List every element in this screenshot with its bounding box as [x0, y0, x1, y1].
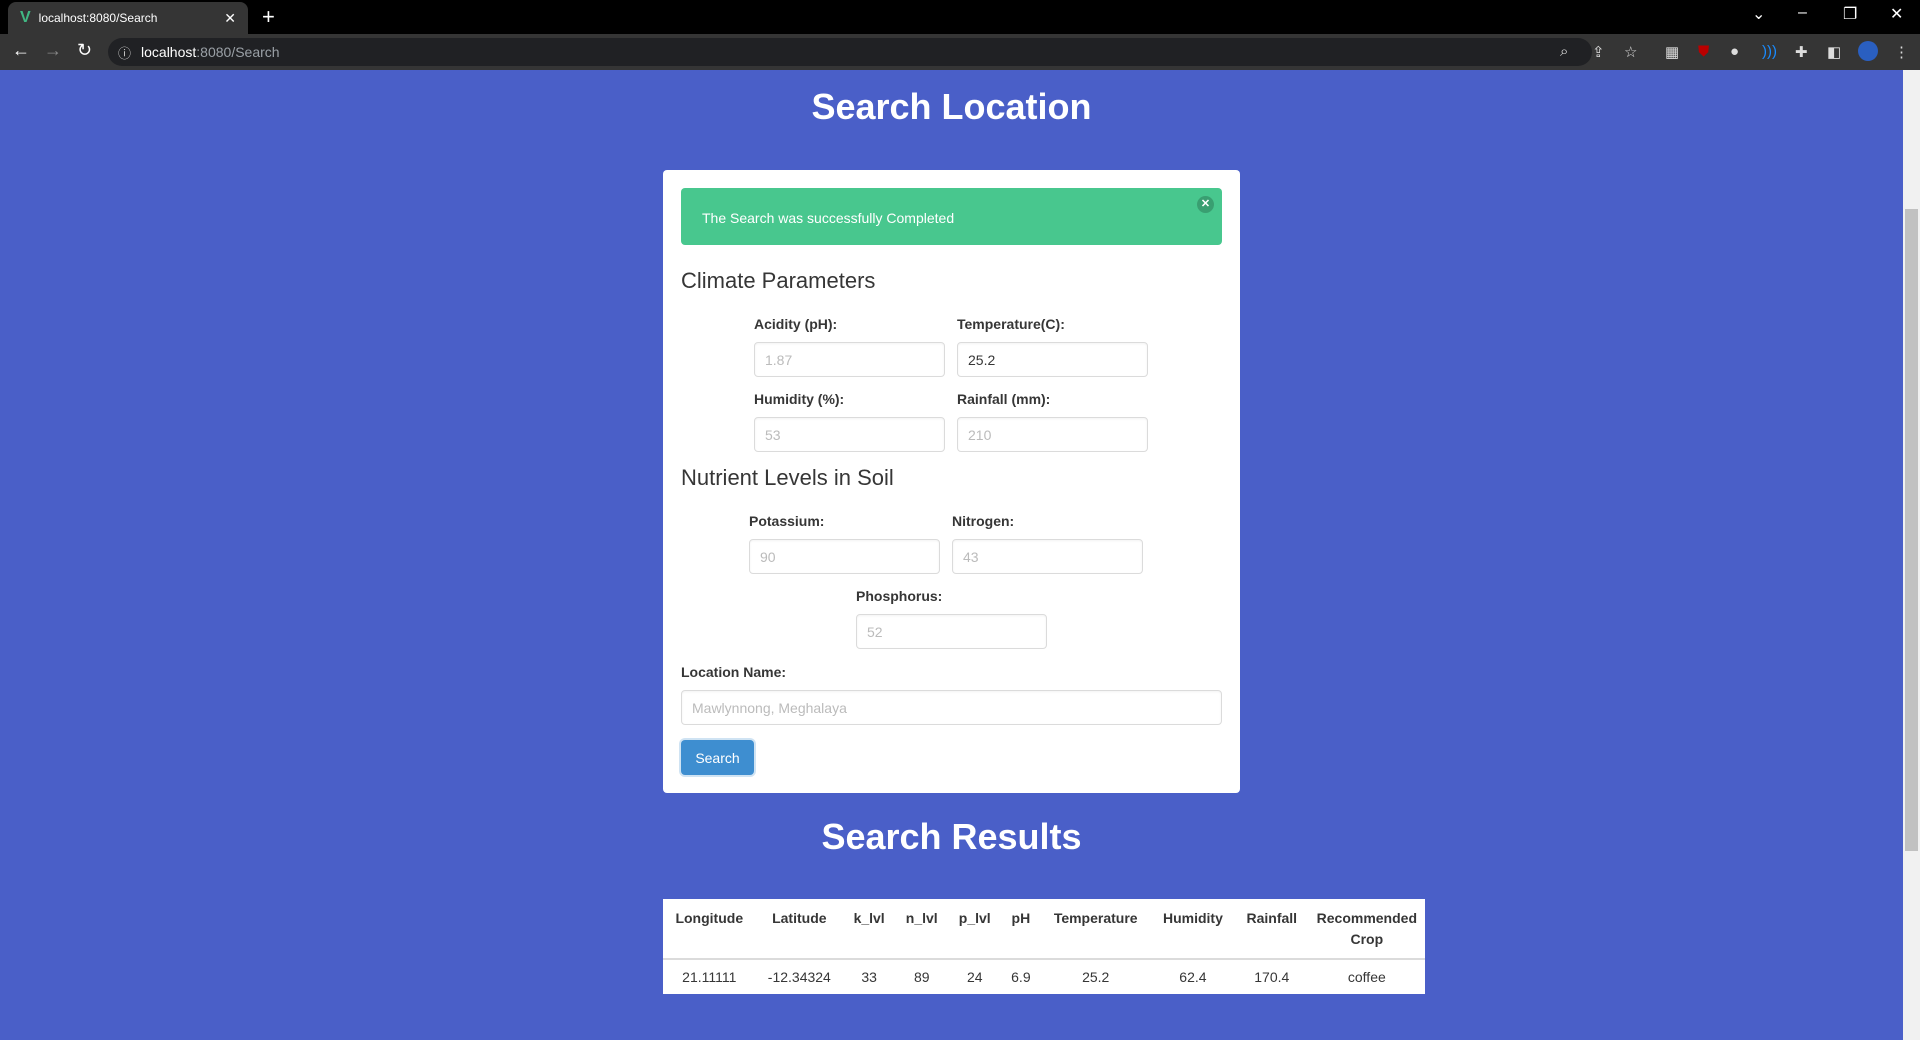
- temperature-label: Temperature(C):: [957, 316, 1065, 332]
- results-table: Longitude Latitude k_lvl n_lvl p_lvl pH …: [663, 899, 1425, 994]
- cell-temperature: 25.2: [1082, 969, 1110, 985]
- share-icon[interactable]: ⇪: [1592, 43, 1605, 61]
- humidity-label: Humidity (%):: [754, 391, 845, 407]
- close-tab-icon[interactable]: ✕: [224, 10, 236, 27]
- potassium-label: Potassium:: [749, 513, 825, 529]
- info-icon[interactable]: ⓘ: [118, 43, 131, 62]
- search-form-card: The Search was successfully Completed ✕ …: [663, 170, 1240, 793]
- browser-tab[interactable]: V localhost:8080/Search ✕: [8, 2, 248, 34]
- col-longitude: Longitude: [663, 899, 756, 960]
- col-humidity: Humidity: [1150, 899, 1235, 960]
- nitrogen-label: Nitrogen:: [952, 513, 1015, 529]
- vue-logo-icon: V: [20, 9, 31, 26]
- results-title: Search Results: [821, 816, 1082, 857]
- rainfall-input[interactable]: [957, 417, 1148, 452]
- cell-n-lvl: 89: [913, 969, 930, 985]
- col-rainfall: Rainfall: [1234, 899, 1309, 960]
- url-host: localhost: [141, 44, 197, 60]
- minimize-icon[interactable]: –: [1798, 4, 1807, 22]
- col-k-lvl: k_lvl: [843, 899, 896, 960]
- humidity-input[interactable]: [754, 417, 945, 452]
- cell-longitude: 21.11111: [682, 969, 737, 985]
- scrollbar-thumb[interactable]: [1905, 209, 1918, 851]
- nutrients-heading: Nutrient Levels in Soil: [681, 465, 894, 490]
- potassium-input[interactable]: [749, 539, 940, 574]
- page-title: Search Location: [811, 86, 1092, 127]
- extension-icon[interactable]: ●: [1730, 43, 1739, 60]
- zoom-icon[interactable]: ⌕: [1560, 43, 1568, 60]
- restore-icon[interactable]: ❐: [1843, 4, 1857, 24]
- cell-recommended-crop: coffee: [1347, 969, 1386, 985]
- tab-title: localhost:8080/Search: [38, 11, 158, 25]
- notification-text: The Search was successfully Completed: [702, 210, 955, 226]
- col-p-lvl: p_lvl: [948, 899, 1002, 960]
- location-name-label: Location Name:: [681, 664, 787, 680]
- scrollbar[interactable]: [1903, 70, 1920, 1040]
- cell-humidity: 62.4: [1179, 969, 1207, 985]
- temperature-input[interactable]: [957, 342, 1148, 377]
- cell-rainfall: 170.4: [1254, 969, 1290, 985]
- reload-icon[interactable]: ↻: [77, 40, 92, 61]
- side-panel-icon[interactable]: ◧: [1827, 43, 1841, 61]
- close-notification-icon[interactable]: ✕: [1197, 196, 1214, 213]
- table-header-row: Longitude Latitude k_lvl n_lvl p_lvl pH …: [663, 899, 1425, 960]
- acidity-label: Acidity (pH):: [754, 316, 838, 332]
- cell-k-lvl: 33: [861, 969, 877, 985]
- climate-heading: Climate Parameters: [681, 268, 876, 293]
- close-window-icon[interactable]: ✕: [1890, 4, 1903, 24]
- extensions-puzzle-icon[interactable]: ✚: [1795, 43, 1808, 61]
- cell-ph: 6.9: [1011, 969, 1031, 985]
- cell-latitude: -12.34324: [767, 969, 831, 985]
- col-ph: pH: [1001, 899, 1041, 960]
- menu-icon[interactable]: ⋮: [1894, 43, 1909, 61]
- success-notification: The Search was successfully Completed ✕: [681, 188, 1222, 245]
- profile-avatar[interactable]: [1858, 41, 1878, 61]
- tab-bar: V localhost:8080/Search ✕ + ⌄ – ❐ ✕: [0, 0, 1920, 34]
- rainfall-label: Rainfall (mm):: [957, 391, 1051, 407]
- back-icon[interactable]: ←: [12, 40, 30, 61]
- ublock-icon[interactable]: ⛊: [1698, 43, 1709, 60]
- forward-icon[interactable]: →: [44, 40, 62, 61]
- col-latitude: Latitude: [755, 899, 844, 960]
- phosphorus-input[interactable]: [856, 614, 1047, 649]
- phosphorus-label: Phosphorus:: [856, 588, 943, 604]
- col-recommended-crop: Recommended Crop: [1308, 899, 1425, 960]
- acidity-input[interactable]: [754, 342, 945, 377]
- nitrogen-input[interactable]: [952, 539, 1143, 574]
- location-name-input[interactable]: [681, 690, 1222, 725]
- bookmark-star-icon[interactable]: ☆: [1624, 43, 1637, 61]
- col-n-lvl: n_lvl: [895, 899, 949, 960]
- col-temperature: Temperature: [1040, 899, 1151, 960]
- url-path: :8080/Search: [196, 44, 280, 60]
- search-button[interactable]: Search: [681, 740, 754, 775]
- address-bar[interactable]: ⓘ localhost:8080/Search ⌕ ⇪ ☆: [108, 38, 1637, 66]
- css-extension-icon[interactable]: ▦: [1665, 43, 1679, 61]
- new-tab-icon[interactable]: +: [262, 4, 275, 30]
- tab-search-icon[interactable]: ⌄: [1752, 4, 1765, 24]
- wireless-extension-icon[interactable]: ))): [1762, 43, 1777, 60]
- cell-p-lvl: 24: [966, 969, 983, 985]
- table-row: 21.11111 -12.34324 33 89 24 6.9 25.2 62.…: [663, 959, 1425, 994]
- browser-toolbar: ← → ↻ ⓘ localhost:8080/Search ⌕ ⇪ ☆ ▦ ⛊ …: [0, 34, 1920, 70]
